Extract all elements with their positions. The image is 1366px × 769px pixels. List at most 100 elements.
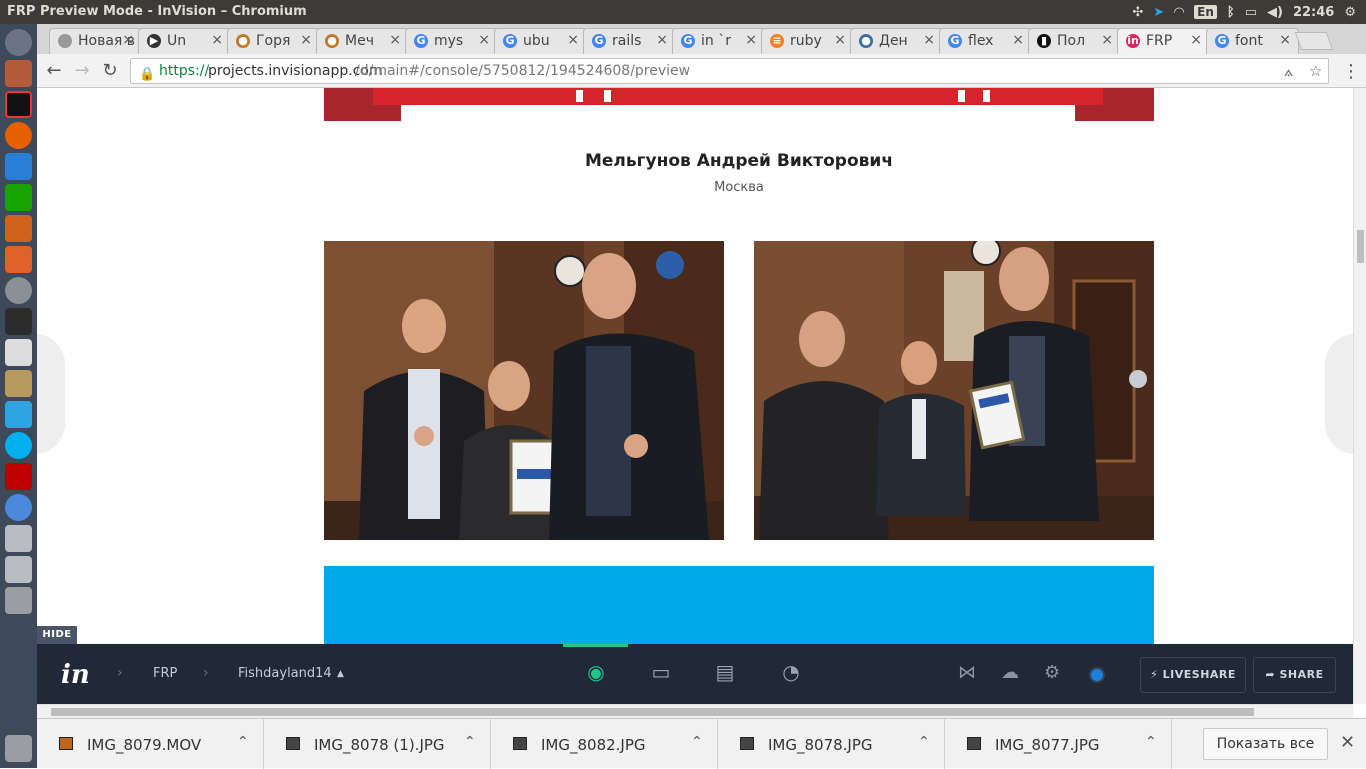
browser-tab[interactable]: Gflex × (939, 28, 1032, 54)
skype-app-icon[interactable] (5, 432, 32, 459)
drive-icon[interactable] (5, 525, 32, 552)
dropbox-icon[interactable]: ✣ (1132, 5, 1143, 20)
url-input[interactable]: 🔒 https:// projects.invisionapp.com /d/m… (130, 58, 1329, 84)
bookmark-star-icon[interactable]: ☆ (1309, 59, 1322, 83)
tab-close-icon[interactable]: × (1012, 32, 1024, 48)
preview-mode-eye-icon[interactable]: ◉ (579, 660, 613, 688)
show-all-downloads-button[interactable]: Показать все (1203, 728, 1328, 760)
tab-close-icon[interactable]: × (745, 32, 757, 48)
chromium-app-icon[interactable] (5, 494, 32, 521)
calc-app-icon[interactable] (5, 184, 32, 211)
translate-icon[interactable]: ⟑ (1284, 59, 1293, 83)
person-name: Мельгунов Андрей Викторович (584, 151, 893, 171)
browser-tab[interactable]: Grails × (583, 28, 676, 54)
share-nodes-icon[interactable]: ⋈ (958, 662, 976, 683)
tab-close-icon[interactable]: × (923, 32, 935, 48)
text-editor-icon[interactable] (5, 339, 32, 366)
browser-tab[interactable]: ● Ден × (850, 28, 943, 54)
system-settings-icon[interactable] (5, 277, 32, 304)
user-avatar[interactable] (1089, 667, 1105, 683)
impress-app-icon[interactable] (5, 215, 32, 242)
writer-app-icon[interactable] (5, 153, 32, 180)
next-screen-button[interactable] (1325, 334, 1353, 454)
tab-close-icon[interactable]: × (211, 32, 223, 48)
filezilla-app-icon[interactable] (5, 463, 32, 490)
browser-tab[interactable]: Gfont × (1206, 28, 1299, 54)
vertical-scroll-thumb[interactable] (1357, 230, 1364, 263)
tab-close-icon[interactable]: × (1190, 32, 1202, 48)
software-center-icon[interactable] (5, 246, 32, 273)
bluetooth-icon[interactable]: ᛒ (1227, 5, 1235, 20)
firefox-app-icon[interactable] (5, 122, 32, 149)
browser-tab[interactable]: Gubu × (494, 28, 587, 54)
prev-screen-button[interactable] (37, 334, 65, 454)
terminal-app-icon[interactable] (5, 308, 32, 335)
back-arrow-icon[interactable]: ← (43, 60, 65, 81)
volume-icon[interactable]: ◀) (1267, 5, 1283, 20)
invision-logo[interactable]: in (61, 660, 90, 690)
wifi-icon[interactable]: ◠ (1174, 5, 1184, 20)
horizontal-scroll-thumb[interactable] (51, 708, 1254, 716)
tab-close-icon[interactable]: × (122, 32, 134, 48)
hide-toolbar-button[interactable]: HIDE (37, 626, 77, 644)
tab-close-icon[interactable]: × (389, 32, 401, 48)
clock[interactable]: 22:46 (1293, 5, 1334, 20)
url-scheme: https:// (159, 63, 210, 79)
chevron-up-icon[interactable]: ⌃ (691, 734, 703, 750)
browser-tab[interactable]: in FRP × (1117, 28, 1210, 54)
browser-tab[interactable]: ▶ Un × (138, 28, 231, 54)
dash-home-icon[interactable] (5, 29, 32, 56)
horizontal-scrollbar[interactable] (37, 704, 1353, 718)
comment-mode-icon[interactable]: ▤ (708, 660, 742, 688)
chevron-up-icon[interactable]: ⌃ (464, 734, 476, 750)
trash-icon[interactable] (5, 735, 32, 762)
browser-tab[interactable]: Новая в × (49, 28, 142, 54)
telegram-icon[interactable]: ➤ (1153, 5, 1164, 20)
chevron-up-icon[interactable]: ⌃ (237, 734, 249, 750)
settings-gear-icon[interactable]: ⚙ (1344, 5, 1356, 20)
new-tab-button[interactable] (1294, 32, 1334, 50)
breadcrumb-screen[interactable]: Fishdayland14 (238, 666, 332, 681)
caret-up-icon[interactable]: ▲ (337, 669, 344, 679)
tab-close-icon[interactable]: × (1101, 32, 1113, 48)
browser-tab[interactable]: ≡ ruby × (761, 28, 854, 54)
download-item[interactable]: IMG_8077.JPG ⌃ (945, 719, 1172, 769)
browser-tab[interactable]: ● Меч × (316, 28, 409, 54)
breadcrumb-project[interactable]: FRP (153, 666, 177, 681)
browser-tab[interactable]: ● Горя × (227, 28, 320, 54)
drive-icon[interactable] (5, 556, 32, 583)
tab-close-icon[interactable]: × (567, 32, 579, 48)
keyboard-layout-indicator[interactable]: En (1194, 5, 1217, 19)
liveshare-button[interactable]: ⚡ LIVESHARE (1140, 657, 1246, 693)
chevron-up-icon[interactable]: ⌃ (1145, 734, 1157, 750)
tab-close-icon[interactable]: × (834, 32, 846, 48)
forward-arrow-icon[interactable]: → (71, 60, 93, 81)
tab-close-icon[interactable]: × (478, 32, 490, 48)
tab-close-icon[interactable]: × (656, 32, 668, 48)
download-item[interactable]: IMG_8079.MOV ⌃ (37, 719, 264, 769)
rubymine-app-icon[interactable] (5, 91, 32, 118)
browser-tab[interactable]: Gmys × (405, 28, 498, 54)
download-item[interactable]: IMG_8078.JPG ⌃ (718, 719, 945, 769)
vertical-scrollbar[interactable] (1353, 88, 1366, 704)
download-item[interactable]: IMG_8082.JPG ⌃ (491, 719, 718, 769)
telegram-app-icon[interactable] (5, 401, 32, 428)
browser-menu-icon[interactable]: ⋮ (1342, 61, 1360, 82)
reload-icon[interactable]: ↻ (99, 60, 121, 81)
tab-close-icon[interactable]: × (1279, 32, 1291, 48)
usb-drive-icon[interactable] (5, 587, 32, 614)
settings-gear-icon[interactable]: ⚙ (1044, 662, 1060, 683)
history-mode-icon[interactable]: ◔ (774, 660, 808, 688)
browser-tab[interactable]: ▮ Пол × (1028, 28, 1121, 54)
chevron-up-icon[interactable]: ⌃ (918, 734, 930, 750)
download-item[interactable]: IMG_8078 (1).JPG ⌃ (264, 719, 491, 769)
files-app-icon[interactable] (5, 60, 32, 87)
browser-tab[interactable]: Gin `r × (672, 28, 765, 54)
close-downloads-bar-icon[interactable]: ✕ (1340, 732, 1355, 753)
share-button[interactable]: ➦ SHARE (1253, 657, 1336, 693)
tab-close-icon[interactable]: × (300, 32, 312, 48)
archive-manager-icon[interactable] (5, 370, 32, 397)
battery-icon[interactable]: ▭ (1245, 5, 1257, 20)
cloud-sync-icon[interactable]: ☁ (1001, 662, 1019, 683)
build-mode-icon[interactable]: ▭ (644, 660, 678, 688)
